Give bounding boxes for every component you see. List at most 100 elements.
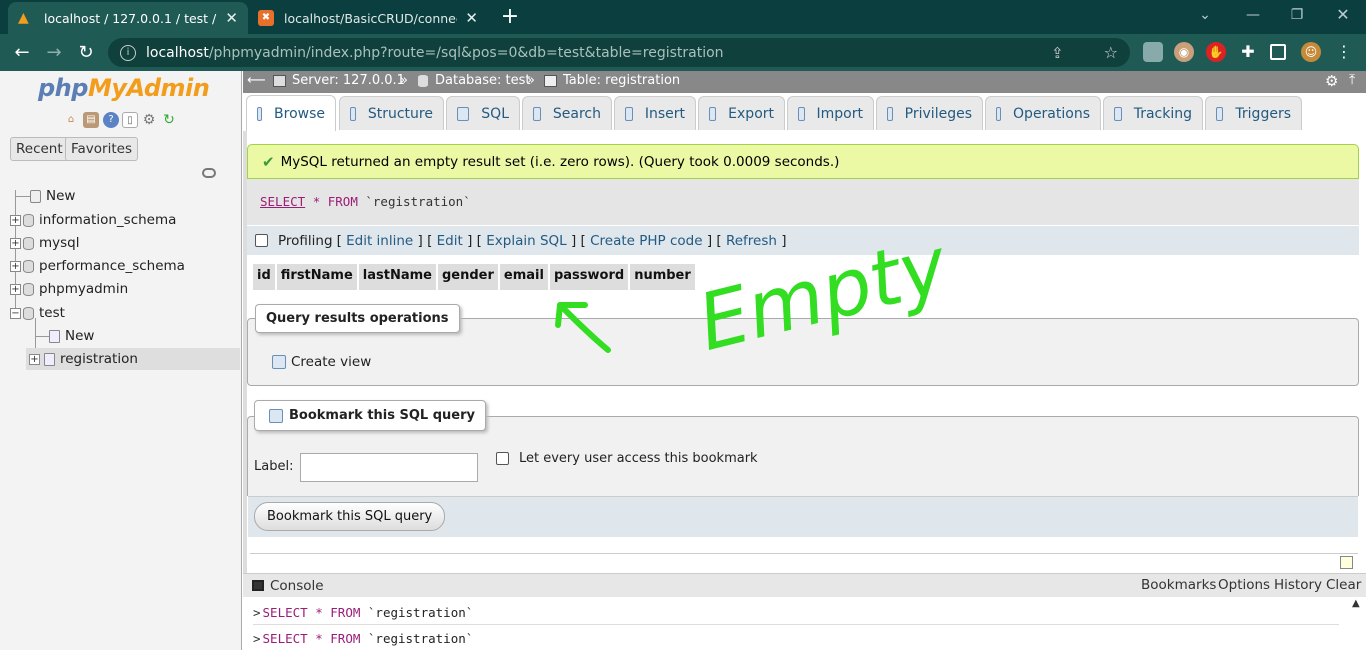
browser-tab-inactive[interactable]: ✖ localhost/BasicCRUD/connect.ph ✕	[248, 2, 488, 34]
breadcrumb-server[interactable]: Server: 127.0.0.1	[292, 73, 405, 88]
database-icon	[23, 282, 34, 296]
let-every-user-option[interactable]: Let every user access this bookmark	[496, 451, 758, 466]
phpmyadmin-logo[interactable]: phpMyAdmin	[38, 74, 210, 102]
link-with-main-panel-icon[interactable]	[202, 168, 216, 178]
tree-item-registration[interactable]: + registration	[29, 351, 138, 367]
side-panel-icon[interactable]	[1270, 44, 1286, 60]
success-message-text: MySQL returned an empty result set (i.e.…	[280, 153, 840, 170]
expand-icon[interactable]: +	[10, 237, 21, 249]
success-message: ✔ MySQL returned an empty result set (i.…	[247, 144, 1359, 179]
tab-import[interactable]: Import	[787, 96, 874, 130]
help-icon[interactable]: ?	[103, 112, 119, 128]
extensions-puzzle-icon[interactable]: ✚	[1238, 42, 1258, 62]
column-header-gender[interactable]: gender	[437, 264, 500, 290]
minimize-icon[interactable]: —	[1238, 4, 1268, 28]
triggers-icon	[1216, 106, 1224, 121]
home-icon[interactable]: ⌂	[63, 112, 79, 128]
column-header-firstname[interactable]: firstName	[276, 264, 359, 290]
expand-icon[interactable]: +	[10, 283, 21, 295]
shield-extension-icon[interactable]	[1143, 42, 1163, 62]
tab-operations[interactable]: Operations	[985, 96, 1101, 130]
tab-tracking[interactable]: Tracking	[1103, 96, 1203, 130]
console-prompt: >	[253, 605, 261, 620]
adblock-extension-icon[interactable]: ✋	[1206, 42, 1226, 62]
reload-icon[interactable]: ↻	[73, 40, 99, 66]
face-extension-icon[interactable]: ◉	[1174, 42, 1194, 62]
window-close-icon[interactable]: ✕	[1328, 4, 1358, 28]
address-bar[interactable]: i localhost/phpmyadmin/index.php?route=/…	[108, 38, 1130, 67]
console-title[interactable]: Console	[270, 578, 324, 594]
expand-icon[interactable]: +	[29, 353, 40, 365]
tab-triggers[interactable]: Triggers	[1205, 96, 1302, 130]
console-line[interactable]: > SELECT * FROM `registration`	[253, 605, 473, 620]
tab-browse[interactable]: Browse	[246, 95, 336, 131]
divider	[250, 553, 1358, 554]
console-history-button[interactable]: History	[1274, 577, 1322, 593]
recent-button[interactable]: Recent	[10, 137, 69, 161]
tree-item-test[interactable]: − test	[10, 305, 65, 321]
let-every-user-checkbox[interactable]	[496, 452, 509, 465]
tree-item-performance-schema[interactable]: + performance_schema	[10, 258, 185, 274]
create-view-label: Create view	[291, 354, 372, 370]
tree-item-label: New	[65, 328, 95, 344]
expand-icon[interactable]: +	[10, 260, 21, 272]
restore-icon[interactable]: ❐	[1282, 4, 1312, 28]
collapse-top-icon[interactable]: ⤒	[1349, 72, 1355, 88]
share-icon[interactable]: ⇪	[1051, 44, 1064, 62]
database-icon	[23, 213, 34, 227]
settings-gear-icon[interactable]: ⚙	[1325, 72, 1338, 90]
settings-gear-icon[interactable]: ⚙	[141, 112, 157, 128]
favorites-button[interactable]: Favorites	[65, 137, 138, 161]
collapse-icon[interactable]: −	[10, 307, 21, 319]
profile-avatar[interactable]: ☺	[1301, 42, 1321, 62]
create-view-link[interactable]: Create view	[272, 354, 371, 370]
new-tab-button[interactable]: +	[498, 4, 522, 30]
docs-icon[interactable]: ▯	[122, 112, 138, 128]
reload-navigation-icon[interactable]: ↻	[161, 112, 177, 128]
scroll-up-arrow-icon[interactable]: ▲	[1352, 598, 1360, 609]
table-icon	[544, 75, 557, 87]
tree-item-phpmyadmin[interactable]: + phpmyadmin	[10, 281, 128, 297]
console-bookmarks-button[interactable]: Bookmarks	[1141, 577, 1216, 593]
logout-icon[interactable]: ▤	[83, 112, 99, 128]
column-header-id[interactable]: id	[253, 264, 277, 290]
tab-privileges[interactable]: Privileges	[876, 96, 983, 130]
browser-menu-icon[interactable]: ⋮	[1334, 42, 1354, 62]
tab-search-icon[interactable]: ⌄	[1190, 4, 1220, 28]
back-icon[interactable]: ←	[9, 40, 35, 66]
browser-tab-active[interactable]: ▲ localhost / 127.0.0.1 / test / regis ✕	[8, 2, 248, 34]
expand-icon[interactable]: +	[10, 214, 21, 226]
tree-item-mysql[interactable]: + mysql	[10, 235, 80, 251]
console-options-button[interactable]: Options	[1218, 577, 1270, 593]
tab-export[interactable]: Export	[698, 96, 785, 130]
bookmark-label-input[interactable]	[300, 453, 478, 482]
edit-inline-link[interactable]: Edit inline	[346, 233, 413, 249]
breadcrumb-database[interactable]: Database: test	[435, 73, 531, 88]
tab-structure[interactable]: Structure	[339, 96, 444, 130]
close-tab-icon[interactable]: ✕	[465, 9, 478, 27]
forward-icon[interactable]: →	[41, 40, 67, 66]
sql-keyword-select[interactable]: SELECT	[260, 194, 305, 209]
tree-item-new-table[interactable]: New	[49, 328, 94, 344]
tab-search[interactable]: Search	[522, 96, 612, 130]
console-sql-keyword: SELECT	[262, 631, 308, 646]
collapse-panel-icon[interactable]: ⟵	[247, 73, 266, 88]
edit-link[interactable]: Edit	[437, 233, 463, 249]
tree-item-new-database[interactable]: New	[30, 188, 75, 204]
note-icon[interactable]	[1340, 556, 1353, 569]
site-info-icon[interactable]: i	[120, 44, 136, 61]
console-sql-table: `registration`	[367, 631, 474, 646]
bookmark-sql-query-button[interactable]: Bookmark this SQL query	[254, 502, 446, 531]
profiling-checkbox[interactable]	[255, 234, 268, 247]
bookmark-star-icon[interactable]: ☆	[1104, 43, 1118, 62]
let-every-user-label: Let every user access this bookmark	[519, 451, 758, 466]
tab-sql[interactable]: SQL	[446, 96, 520, 130]
breadcrumb-table[interactable]: Table: registration	[563, 73, 680, 88]
tab-insert[interactable]: Insert	[614, 96, 696, 130]
column-header-lastname[interactable]: lastName	[358, 264, 438, 290]
console-clear-button[interactable]: Clear	[1326, 577, 1361, 593]
console-bar[interactable]: Console Bookmarks Options History Clear	[243, 573, 1366, 597]
tree-item-information-schema[interactable]: + information_schema	[10, 212, 176, 228]
console-line[interactable]: > SELECT * FROM `registration`	[253, 631, 473, 646]
close-tab-icon[interactable]: ✕	[225, 9, 238, 27]
